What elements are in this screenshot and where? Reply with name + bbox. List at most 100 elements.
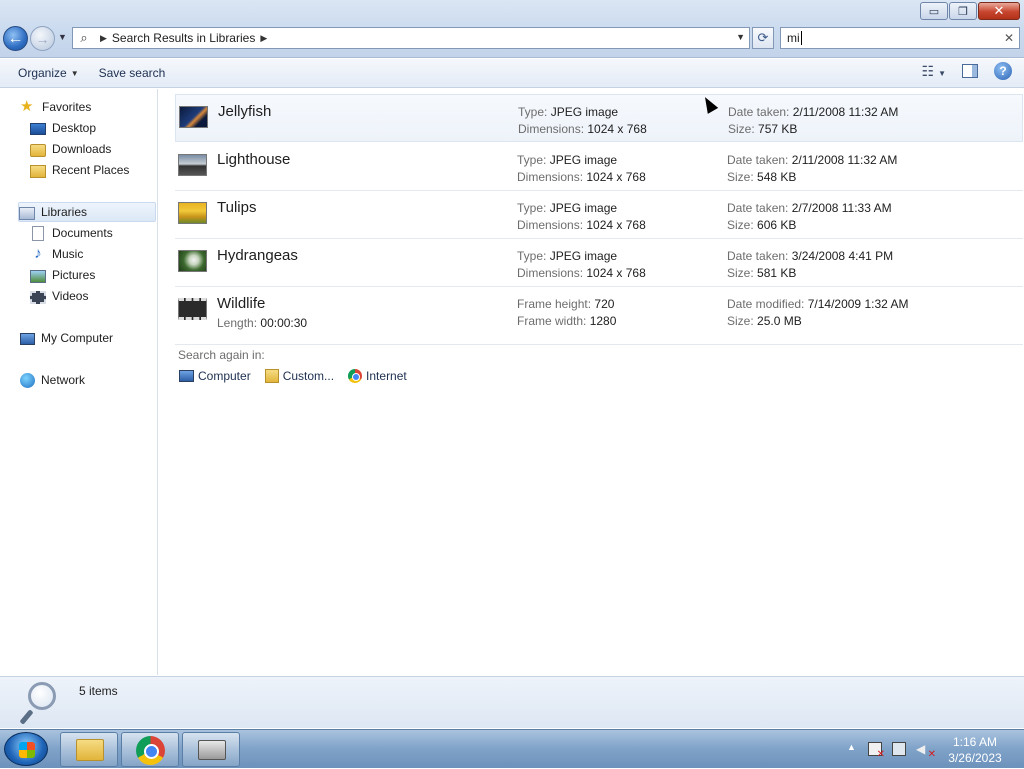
sidebar-item-downloads[interactable]: Downloads bbox=[30, 139, 111, 159]
restore-button[interactable]: ❐ bbox=[949, 2, 977, 20]
restore-icon: ❐ bbox=[958, 5, 968, 18]
prop-value: 720 bbox=[594, 297, 615, 311]
file-dimensions: Dimensions: 1024 x 768 bbox=[517, 170, 646, 184]
result-row-tulips[interactable]: Tulips Type: JPEG image Dimensions: 1024… bbox=[175, 191, 1023, 239]
prop-value: 606 KB bbox=[757, 218, 797, 232]
sidebar-item-pictures[interactable]: Pictures bbox=[30, 265, 95, 285]
file-size: Size: 25.0 MB bbox=[727, 314, 802, 328]
sidebar-item-label: Downloads bbox=[52, 142, 112, 156]
sidebar-item-favorites[interactable]: ★ Favorites bbox=[20, 97, 91, 117]
taskbar: ▲ ◀ 1:16 AM 3/26/2023 bbox=[0, 729, 1024, 768]
search-input[interactable]: mi ✕ bbox=[780, 27, 1020, 49]
taskbar-chrome-button[interactable] bbox=[121, 732, 179, 767]
prop-key: Type: bbox=[517, 249, 547, 263]
sidebar-item-label: My Computer bbox=[41, 331, 114, 345]
recent-pages-dropdown[interactable]: ▼ bbox=[58, 32, 67, 42]
search-again-label: Search again in: bbox=[178, 348, 265, 362]
prop-key: Size: bbox=[727, 218, 754, 232]
close-button[interactable]: ✕ bbox=[978, 2, 1020, 20]
prop-value: 1024 x 768 bbox=[586, 170, 646, 184]
sidebar-item-libraries[interactable]: Libraries bbox=[18, 202, 156, 222]
address-bar[interactable]: ⌕ ▶ Search Results in Libraries ▶ ▼ bbox=[72, 27, 750, 49]
clear-search-icon[interactable]: ✕ bbox=[1004, 31, 1014, 45]
preview-pane-icon[interactable] bbox=[962, 64, 978, 78]
prop-value: JPEG image bbox=[549, 201, 618, 215]
file-date-taken: Date taken: 3/24/2008 4:41 PM bbox=[727, 249, 893, 263]
chrome-icon bbox=[348, 369, 363, 383]
breadcrumb-chevron-icon[interactable]: ▶ bbox=[100, 33, 107, 44]
chevron-down-icon: ▼ bbox=[70, 68, 79, 78]
chevron-down-icon[interactable]: ▼ bbox=[938, 69, 946, 78]
prop-value: 1280 bbox=[589, 314, 617, 328]
search-again-custom-link[interactable]: Custom... bbox=[264, 369, 334, 383]
forward-button[interactable]: → bbox=[30, 26, 55, 51]
clock[interactable]: 1:16 AM 3/26/2023 bbox=[940, 734, 1010, 766]
back-button[interactable]: ← bbox=[3, 26, 28, 51]
prop-key: Type: bbox=[517, 201, 547, 215]
file-size: Size: 581 KB bbox=[727, 266, 796, 280]
sidebar-item-label: Desktop bbox=[52, 121, 97, 135]
sidebar-item-videos[interactable]: Videos bbox=[30, 286, 88, 306]
prop-value: JPEG image bbox=[550, 105, 619, 119]
sidebar-item-desktop[interactable]: Desktop bbox=[30, 118, 96, 138]
sidebar-item-my-computer[interactable]: My Computer bbox=[20, 328, 113, 348]
recent-places-icon bbox=[30, 164, 46, 178]
frame-width: Frame width: 1280 bbox=[517, 314, 616, 328]
title-bar: ▭ ❐ ✕ ← → ▼ ⌕ ▶ Search Results in Librar… bbox=[0, 0, 1024, 58]
prop-key: Date taken: bbox=[728, 105, 790, 119]
result-row-hydrangeas[interactable]: Hydrangeas Type: JPEG image Dimensions: … bbox=[175, 239, 1023, 287]
taskbar-printer-button[interactable] bbox=[182, 732, 240, 767]
sidebar-item-recent-places[interactable]: Recent Places bbox=[30, 160, 129, 180]
documents-icon bbox=[32, 225, 44, 241]
action-center-icon[interactable] bbox=[868, 742, 885, 760]
save-search-label: Save search bbox=[98, 66, 166, 80]
pictures-icon bbox=[30, 269, 46, 283]
change-view-icon[interactable]: ☷ ▼ bbox=[922, 63, 946, 80]
save-search-button[interactable]: Save search bbox=[89, 66, 176, 80]
address-dropdown-icon[interactable]: ▼ bbox=[736, 32, 745, 42]
prop-value: JPEG image bbox=[549, 153, 618, 167]
search-again-internet-link[interactable]: Internet bbox=[348, 369, 407, 383]
clock-date: 3/26/2023 bbox=[948, 751, 1002, 765]
lighthouse-thumbnail bbox=[178, 154, 207, 176]
link-label: Computer bbox=[198, 369, 251, 383]
prop-key: Date modified: bbox=[727, 297, 805, 311]
refresh-button[interactable]: ⟳ bbox=[752, 27, 774, 49]
printer-icon bbox=[198, 740, 226, 760]
sidebar-item-music[interactable]: ♪ Music bbox=[30, 244, 83, 264]
film-strip-icon bbox=[30, 290, 46, 304]
volume-muted-icon[interactable]: ◀ bbox=[916, 742, 936, 760]
file-name: Lighthouse bbox=[217, 151, 291, 168]
prop-key: Size: bbox=[727, 170, 754, 184]
organize-button[interactable]: Organize ▼ bbox=[8, 66, 89, 80]
music-note-icon: ♪ bbox=[34, 245, 42, 262]
start-button[interactable] bbox=[4, 732, 48, 766]
show-hidden-icons-button[interactable]: ▲ bbox=[847, 742, 856, 752]
text-caret bbox=[800, 31, 802, 45]
breadcrumb-search-results[interactable]: Search Results in Libraries bbox=[112, 31, 255, 45]
network-icon[interactable] bbox=[892, 742, 906, 756]
prop-value: 2/7/2008 11:33 AM bbox=[791, 201, 892, 215]
prop-value: 7/14/2009 1:32 AM bbox=[807, 297, 909, 311]
command-bar: Organize ▼ Save search ☷ ▼ ? bbox=[0, 59, 1024, 88]
taskbar-explorer-button[interactable] bbox=[60, 732, 118, 767]
search-again-computer-link[interactable]: Computer bbox=[179, 369, 251, 383]
tulips-thumbnail bbox=[178, 202, 207, 224]
downloads-folder-icon bbox=[30, 143, 46, 157]
minimize-button[interactable]: ▭ bbox=[920, 2, 948, 20]
window-controls: ▭ ❐ ✕ bbox=[920, 2, 1020, 20]
computer-icon bbox=[179, 370, 194, 382]
result-row-jellyfish[interactable]: Jellyfish Type: JPEG image Dimensions: 1… bbox=[175, 94, 1023, 142]
prop-value: 548 KB bbox=[757, 170, 797, 184]
sidebar-item-network[interactable]: Network bbox=[20, 370, 85, 390]
item-count: 5 items bbox=[79, 684, 118, 698]
toolbar-right-group: ☷ ▼ ? bbox=[922, 62, 1012, 80]
chrome-icon bbox=[136, 736, 165, 765]
result-row-wildlife[interactable]: Wildlife Length: 00:00:30 Frame height: … bbox=[175, 287, 1023, 345]
result-row-lighthouse[interactable]: Lighthouse Type: JPEG image Dimensions: … bbox=[175, 143, 1023, 191]
minimize-icon: ▭ bbox=[928, 5, 940, 18]
sidebar-item-documents[interactable]: Documents bbox=[30, 223, 113, 243]
breadcrumb-chevron-icon[interactable]: ▶ bbox=[260, 33, 267, 44]
help-icon[interactable]: ? bbox=[994, 62, 1012, 80]
file-type: Type: JPEG image bbox=[517, 249, 617, 263]
